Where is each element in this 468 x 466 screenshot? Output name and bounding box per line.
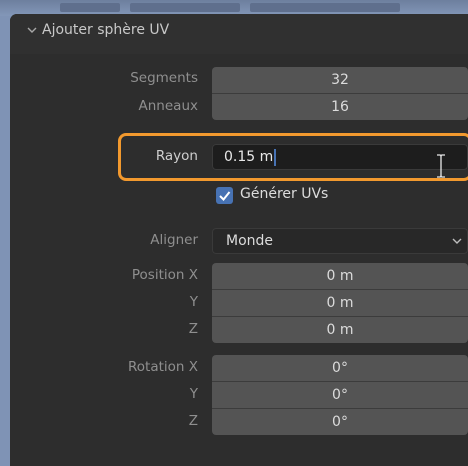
rotation-x-field[interactable]: 0°: [212, 355, 468, 381]
radius-input[interactable]: 0.15 m: [212, 144, 468, 170]
top-strip-segment: [250, 3, 400, 12]
location-x-label: Position X: [131, 267, 198, 283]
rotation-z-field[interactable]: 0°: [212, 409, 468, 435]
text-caret: [274, 148, 277, 166]
radius-label: Rayon: [155, 148, 198, 164]
location-z-label: Z: [188, 321, 198, 337]
checkmark-icon: [219, 191, 231, 201]
location-y-field[interactable]: 0 m: [212, 290, 468, 316]
text-cursor-icon: [437, 154, 445, 178]
operator-panel: Ajouter sphère UV Segments 32 Anneaux 16…: [10, 14, 468, 466]
rings-field[interactable]: 16: [212, 94, 468, 120]
location-x-field[interactable]: 0 m: [212, 263, 468, 289]
rotation-y-field[interactable]: 0°: [212, 382, 468, 408]
rings-label: Anneaux: [138, 98, 198, 114]
location-z-field[interactable]: 0 m: [212, 317, 468, 343]
segments-field[interactable]: 32: [212, 67, 468, 93]
align-dropdown[interactable]: Monde: [212, 228, 468, 254]
location-y-label: Y: [189, 294, 198, 310]
dropdown-chevron-icon: [452, 238, 462, 244]
generate-uvs-label[interactable]: Générer UVs: [240, 186, 328, 202]
rotation-x-label: Rotation X: [128, 359, 198, 375]
top-strip-segment: [130, 3, 240, 12]
panel-title: Ajouter sphère UV: [42, 22, 170, 38]
segments-label: Segments: [130, 70, 198, 86]
chevron-down-icon[interactable]: [27, 26, 37, 34]
generate-uvs-checkbox[interactable]: [216, 187, 233, 204]
radius-value: 0.15 m: [224, 149, 274, 165]
rotation-z-label: Z: [188, 413, 198, 429]
align-value: Monde: [226, 233, 274, 249]
top-strip-segment: [60, 3, 120, 12]
panel-header[interactable]: Ajouter sphère UV: [10, 14, 468, 54]
align-label: Aligner: [150, 232, 198, 248]
rotation-y-label: Y: [189, 386, 198, 402]
